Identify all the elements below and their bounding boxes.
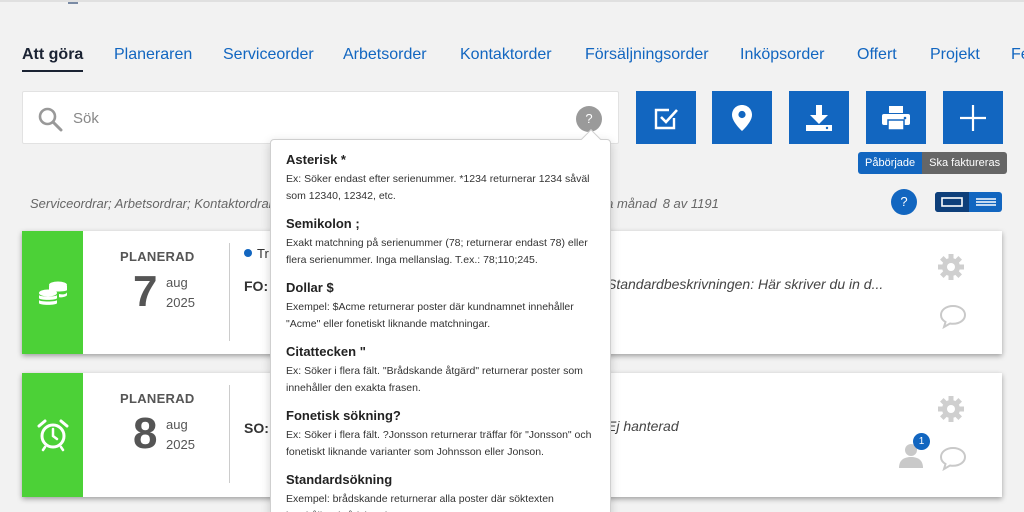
filter-summary-period: sta månad 8 av 1191 xyxy=(596,196,719,211)
top-bar xyxy=(0,0,1024,4)
date-year: 2025 xyxy=(166,437,195,452)
tab-offert[interactable]: Offert xyxy=(857,45,897,65)
tab-overflow[interactable]: Fe xyxy=(1011,45,1024,65)
order-tag: Tr xyxy=(244,246,269,261)
date-year: 2025 xyxy=(166,295,195,310)
search-help-icon[interactable]: ? xyxy=(576,106,602,132)
help-item-text: Ex: Söker i flera fält. ?Jonsson returne… xyxy=(286,429,592,458)
tab-att-gora[interactable]: Att göra xyxy=(22,45,84,72)
result-count: 8 av 1191 xyxy=(662,196,719,211)
list-view-button[interactable] xyxy=(969,192,1002,212)
todo-checkbox-button[interactable] xyxy=(636,91,696,144)
date-day: 7 xyxy=(133,267,158,316)
filter-to-invoice-button[interactable]: Ska faktureras xyxy=(922,152,1008,174)
filter-summary: Serviceordrar; Arbetsordrar; Kontaktordr… xyxy=(30,196,276,211)
print-button[interactable] xyxy=(866,91,926,144)
card-divider xyxy=(229,385,230,483)
gear-icon[interactable] xyxy=(937,253,965,281)
help-item-title: Standardsökning xyxy=(286,472,393,487)
tab-kontaktorder[interactable]: Kontaktorder xyxy=(460,45,552,65)
search-help-popover: Asterisk * Ex: Söker endast efter serien… xyxy=(270,129,611,512)
comment-icon[interactable] xyxy=(939,445,967,471)
search-icon xyxy=(38,107,63,132)
help-item-text: Exempel: $Acme returnerar poster där kun… xyxy=(286,301,574,330)
card-divider xyxy=(229,243,230,341)
help-item-dollar: Dollar $ Exempel: $Acme returnerar poste… xyxy=(286,280,594,333)
order-reference: FO: xyxy=(244,278,269,294)
map-button[interactable] xyxy=(712,91,772,144)
status-filter-pills: Påbörjade Ska faktureras xyxy=(858,152,1008,174)
tab-inkopsorder[interactable]: Inköpsorder xyxy=(740,45,825,65)
filter-started-button[interactable]: Påbörjade xyxy=(858,152,923,174)
status-label: PLANERAD xyxy=(120,391,195,406)
help-item-asterisk: Asterisk * Ex: Söker endast efter serien… xyxy=(286,152,594,205)
status-label: PLANERAD xyxy=(120,249,195,264)
date-month: aug xyxy=(166,275,188,290)
help-item-text: Ex: Söker i flera fält. "Brådskande åtgä… xyxy=(286,365,583,394)
checkbox-icon xyxy=(654,108,678,129)
help-item-standard: Standardsökning Exempel: brådskande retu… xyxy=(286,472,594,512)
date-month: aug xyxy=(166,417,188,432)
alarm-clock-icon xyxy=(37,419,68,452)
download-icon xyxy=(806,104,832,131)
plus-icon xyxy=(960,104,986,131)
status-stripe xyxy=(22,373,83,497)
help-item-quote: Citattecken " Ex: Söker i flera fält. "B… xyxy=(286,344,594,397)
help-item-title: Asterisk * xyxy=(286,152,346,167)
tag-label: Tr xyxy=(257,246,269,261)
tab-serviceorder[interactable]: Serviceorder xyxy=(223,45,314,65)
gear-icon[interactable] xyxy=(937,395,965,423)
order-description: Ej hanterad xyxy=(607,418,679,434)
tab-planeraren[interactable]: Planeraren xyxy=(114,45,192,65)
add-button[interactable] xyxy=(943,91,1003,144)
tag-dot xyxy=(244,249,252,257)
download-button[interactable] xyxy=(789,91,849,144)
help-item-text: Exakt matchning på serienummer (78; retu… xyxy=(286,237,588,266)
order-description: Standardbeskrivningen: Här skriver du in… xyxy=(607,276,884,292)
tab-projekt[interactable]: Projekt xyxy=(930,45,980,65)
help-item-text: Exempel: brådskande returnerar alla post… xyxy=(286,493,554,512)
help-item-phonetic: Fonetisk sökning? Ex: Söker i flera fält… xyxy=(286,408,594,461)
comment-icon[interactable] xyxy=(939,303,967,329)
date-day: 8 xyxy=(133,409,158,458)
help-item-title: Fonetisk sökning? xyxy=(286,408,401,423)
tab-arbetsorder[interactable]: Arbetsorder xyxy=(343,45,427,65)
help-item-title: Dollar $ xyxy=(286,280,334,295)
menu-indicator xyxy=(68,0,78,4)
view-toggle xyxy=(935,192,1002,212)
search-input[interactable] xyxy=(73,104,553,132)
help-item-title: Citattecken " xyxy=(286,344,366,359)
assignee-count-badge: 1 xyxy=(913,433,930,450)
coins-icon xyxy=(38,281,67,305)
tab-forsaljningsorder[interactable]: Försäljningsorder xyxy=(585,45,709,65)
location-pin-icon xyxy=(732,104,752,131)
print-icon xyxy=(882,105,910,131)
help-item-title: Semikolon ; xyxy=(286,216,360,231)
help-item-text: Ex: Söker endast efter serienummer. *123… xyxy=(286,173,590,202)
status-stripe xyxy=(22,231,83,354)
card-view-button[interactable] xyxy=(935,192,969,212)
search-bar: ? xyxy=(22,91,619,144)
card-view-icon xyxy=(941,197,963,207)
list-view-icon xyxy=(975,198,996,206)
list-help-button[interactable]: ? xyxy=(891,189,917,215)
order-reference: SO: xyxy=(244,420,269,436)
help-item-semicolon: Semikolon ; Exakt matchning på serienumm… xyxy=(286,216,594,269)
